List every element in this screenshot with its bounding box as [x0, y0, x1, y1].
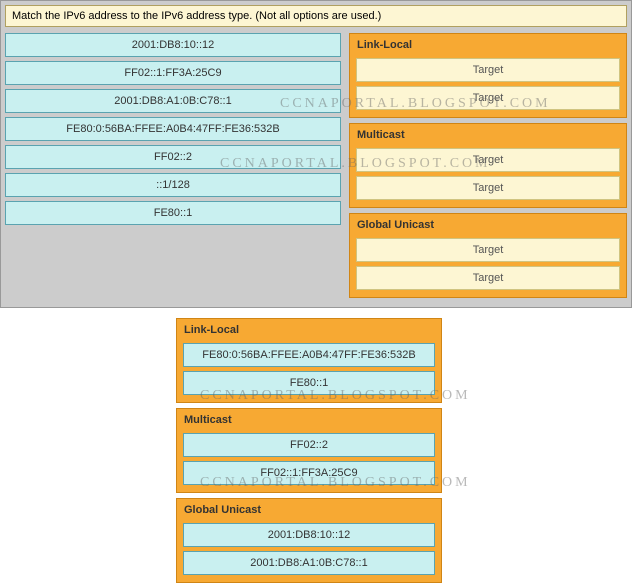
category-link-local: Link-Local Target Target	[349, 33, 627, 118]
answer-item[interactable]: 2001:DB8:10::12	[183, 523, 435, 547]
category-title: Global Unicast	[353, 217, 623, 236]
instruction-text: Match the IPv6 address to the IPv6 addre…	[5, 5, 627, 27]
drop-target[interactable]: Target	[356, 176, 620, 200]
drop-target[interactable]: Target	[356, 238, 620, 262]
source-item[interactable]: 2001:DB8:10::12	[5, 33, 341, 57]
drop-target[interactable]: Target	[356, 58, 620, 82]
source-item[interactable]: FE80::1	[5, 201, 341, 225]
answer-panel: Link-Local FE80:0:56BA:FFEE:A0B4:47FF:FE…	[176, 318, 442, 583]
answer-multicast: Multicast FF02::2 FF02::1:FF3A:25C9	[176, 408, 442, 493]
source-column: 2001:DB8:10::12 FF02::1:FF3A:25C9 2001:D…	[5, 33, 341, 229]
drop-target[interactable]: Target	[356, 266, 620, 290]
question-panel: Match the IPv6 address to the IPv6 addre…	[0, 0, 632, 308]
category-multicast: Multicast Target Target	[349, 123, 627, 208]
answer-item[interactable]: FE80:0:56BA:FFEE:A0B4:47FF:FE36:532B	[183, 343, 435, 367]
answer-global-unicast: Global Unicast 2001:DB8:10::12 2001:DB8:…	[176, 498, 442, 583]
source-item[interactable]: FE80:0:56BA:FFEE:A0B4:47FF:FE36:532B	[5, 117, 341, 141]
answer-item[interactable]: FE80::1	[183, 371, 435, 395]
source-item[interactable]: ::1/128	[5, 173, 341, 197]
category-global-unicast: Global Unicast Target Target	[349, 213, 627, 298]
category-title: Link-Local	[180, 322, 438, 341]
drop-target[interactable]: Target	[356, 148, 620, 172]
drop-target[interactable]: Target	[356, 86, 620, 110]
category-title: Multicast	[180, 412, 438, 431]
category-title: Multicast	[353, 127, 623, 146]
answer-item[interactable]: FF02::2	[183, 433, 435, 457]
source-item[interactable]: FF02::1:FF3A:25C9	[5, 61, 341, 85]
target-column: Link-Local Target Target Multicast Targe…	[349, 33, 627, 303]
category-title: Global Unicast	[180, 502, 438, 521]
answer-item[interactable]: 2001:DB8:A1:0B:C78::1	[183, 551, 435, 575]
answer-link-local: Link-Local FE80:0:56BA:FFEE:A0B4:47FF:FE…	[176, 318, 442, 403]
category-title: Link-Local	[353, 37, 623, 56]
source-item[interactable]: 2001:DB8:A1:0B:C78::1	[5, 89, 341, 113]
source-item[interactable]: FF02::2	[5, 145, 341, 169]
answer-item[interactable]: FF02::1:FF3A:25C9	[183, 461, 435, 485]
